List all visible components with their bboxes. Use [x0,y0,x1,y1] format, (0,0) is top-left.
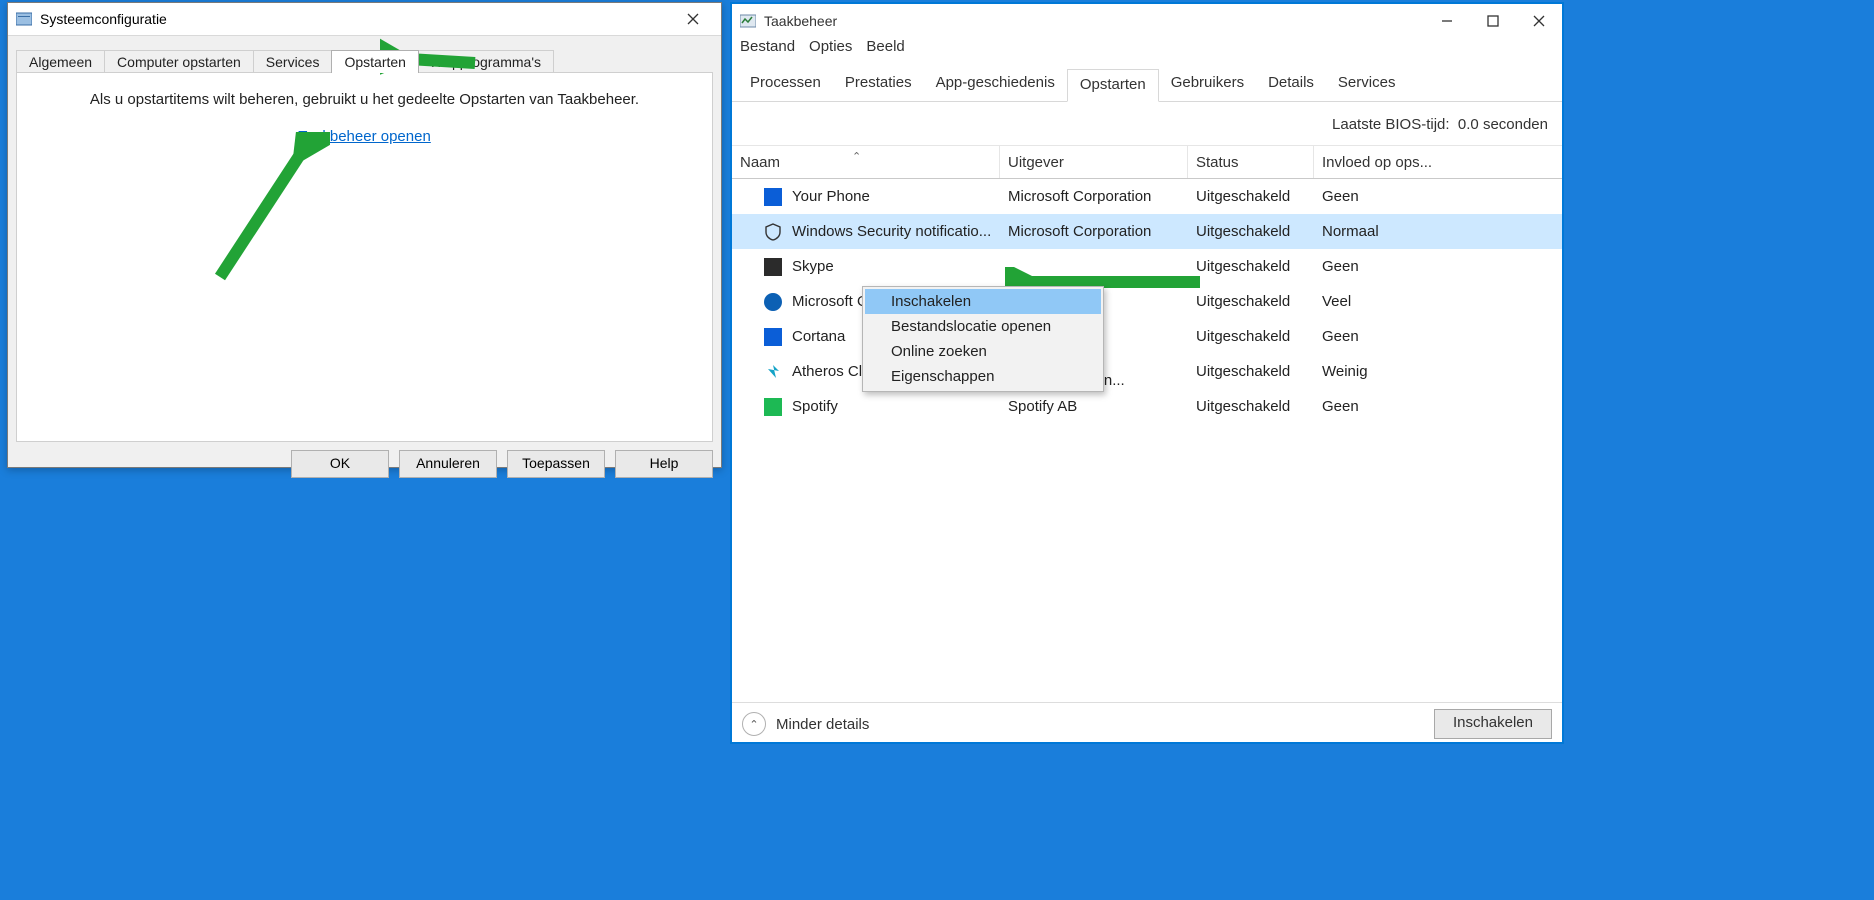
table-row[interactable]: Your Phone Microsoft CorporationUitgescha… [732,179,1562,214]
app-name: Cortana [792,328,845,345]
close-icon[interactable] [1516,5,1562,37]
cell-publisher: Microsoft Corporation [1000,223,1188,240]
tab-gebruikers[interactable]: Gebruikers [1159,68,1256,101]
cell-impact: Geen [1314,328,1562,345]
cell-impact: Geen [1314,258,1562,275]
tab-hulpprogrammas[interactable]: Hulpprogramma's [418,50,554,73]
app-icon [764,363,782,381]
cell-status: Uitgeschakeld [1188,223,1314,240]
app-name: Skype [792,258,834,275]
app-name: Microsoft O [792,293,869,310]
cell-impact: Geen [1314,188,1562,205]
cell-status: Uitgeschakeld [1188,188,1314,205]
taskmgr-menubar: Bestand Opties Beeld [732,38,1562,62]
taskmgr-tabs: Processen Prestaties App-geschiedenis Op… [732,62,1562,102]
tab-details[interactable]: Details [1256,68,1326,101]
maximize-icon[interactable] [1470,5,1516,37]
close-icon[interactable] [671,3,715,35]
msconfig-icon [16,11,32,27]
app-icon [764,293,782,311]
chevron-up-icon: ⌃ [742,712,766,736]
msconfig-window: Systeemconfiguratie Algemeen Computer op… [7,2,722,468]
tab-services[interactable]: Services [253,50,333,73]
app-name: Your Phone [792,188,870,205]
msconfig-title: Systeemconfiguratie [40,11,671,27]
cell-status: Uitgeschakeld [1188,258,1314,275]
app-name: Spotify [792,398,838,415]
taskmgr-content: Laatste BIOS-tijd: 0.0 seconden ⌃ Naam U… [732,102,1562,702]
msconfig-titlebar[interactable]: Systeemconfiguratie [8,3,721,36]
cell-status: Uitgeschakeld [1188,328,1314,345]
tab-computer-opstarten[interactable]: Computer opstarten [104,50,254,73]
cell-status: Uitgeschakeld [1188,293,1314,310]
menu-bestand[interactable]: Bestand [740,38,795,62]
msconfig-button-row: OK Annuleren Toepassen Help [8,442,721,478]
taskmanager-window: Taakbeheer Bestand Opties Beeld Processe… [730,2,1564,744]
ok-button[interactable]: OK [291,450,389,478]
table-row[interactable]: Microsoft OporationUitgeschakeldVeel [732,284,1562,319]
app-icon [764,223,782,241]
msconfig-info-text: Als u opstartitems wilt beheren, gebruik… [17,91,712,108]
cell-status: Uitgeschakeld [1188,398,1314,415]
cell-impact: Geen [1314,398,1562,415]
context-menu: Inschakelen Bestandslocatie openen Onlin… [862,286,1104,392]
tab-processen[interactable]: Processen [738,68,833,101]
bios-label: Laatste BIOS-tijd: [1332,116,1450,133]
col-header-status[interactable]: Status [1188,146,1314,178]
tab-opstarten[interactable]: Opstarten [331,50,418,73]
tab-opstarten[interactable]: Opstarten [1067,69,1159,102]
help-button[interactable]: Help [615,450,713,478]
app-icon [764,398,782,416]
col-header-publisher[interactable]: Uitgever [1000,146,1188,178]
cell-impact: Normaal [1314,223,1562,240]
sort-up-icon: ⌃ [852,150,861,163]
tab-algemeen[interactable]: Algemeen [16,50,105,73]
app-name: Windows Security notificatio... [792,223,991,240]
cell-impact: Weinig [1314,363,1562,380]
table-row[interactable]: Atheros Client UtilityAtheros Communicat… [732,354,1562,389]
enable-button[interactable]: Inschakelen [1434,709,1552,739]
tab-services-tm[interactable]: Services [1326,68,1408,101]
app-icon [764,188,782,206]
cell-impact: Veel [1314,293,1562,310]
apply-button[interactable]: Toepassen [507,450,605,478]
fewer-details-label: Minder details [776,716,869,733]
menu-beeld[interactable]: Beeld [866,38,904,62]
menu-opties[interactable]: Opties [809,38,852,62]
table-row[interactable]: Skype UitgeschakeldGeen [732,249,1562,284]
cell-publisher: Microsoft Corporation [1000,188,1188,205]
msconfig-tabs: Algemeen Computer opstarten Services Ops… [8,36,721,72]
col-header-name[interactable]: Naam [732,146,1000,178]
ctx-properties[interactable]: Eigenschappen [865,364,1101,389]
bios-value: 0.0 seconden [1458,116,1548,133]
col-header-impact[interactable]: Invloed op ops... [1314,146,1562,178]
open-taskmanager-link[interactable]: Taakbeheer openen [298,128,431,145]
taskmgr-titlebar[interactable]: Taakbeheer [732,4,1562,38]
app-icon [764,328,782,346]
ctx-enable[interactable]: Inschakelen [865,289,1101,314]
minimize-icon[interactable] [1424,5,1470,37]
table-row[interactable]: Spotify Spotify ABUitgeschakeldGeen [732,389,1562,424]
taskmgr-footer: ⌃ Minder details Inschakelen [732,702,1562,745]
cell-status: Uitgeschakeld [1188,363,1314,380]
startup-list: Your PhoneMicrosoft CorporationUitgescha… [732,179,1562,424]
cell-publisher: Spotify AB [1000,398,1188,415]
msconfig-tab-body: Als u opstartitems wilt beheren, gebruik… [16,72,713,442]
taskmgr-title: Taakbeheer [764,13,1424,29]
app-icon [764,258,782,276]
tab-app-geschiedenis[interactable]: App-geschiedenis [924,68,1067,101]
fewer-details-toggle[interactable]: ⌃ Minder details [742,712,869,736]
table-row[interactable]: Windows Security notificatio... Microsoft… [732,214,1562,249]
table-row[interactable]: CortanaporationUitgeschakeldGeen [732,319,1562,354]
cancel-button[interactable]: Annuleren [399,450,497,478]
tab-prestaties[interactable]: Prestaties [833,68,924,101]
taskmanager-icon [740,13,756,29]
ctx-open-file-location[interactable]: Bestandslocatie openen [865,314,1101,339]
ctx-search-online[interactable]: Online zoeken [865,339,1101,364]
bios-time: Laatste BIOS-tijd: 0.0 seconden [732,102,1562,145]
